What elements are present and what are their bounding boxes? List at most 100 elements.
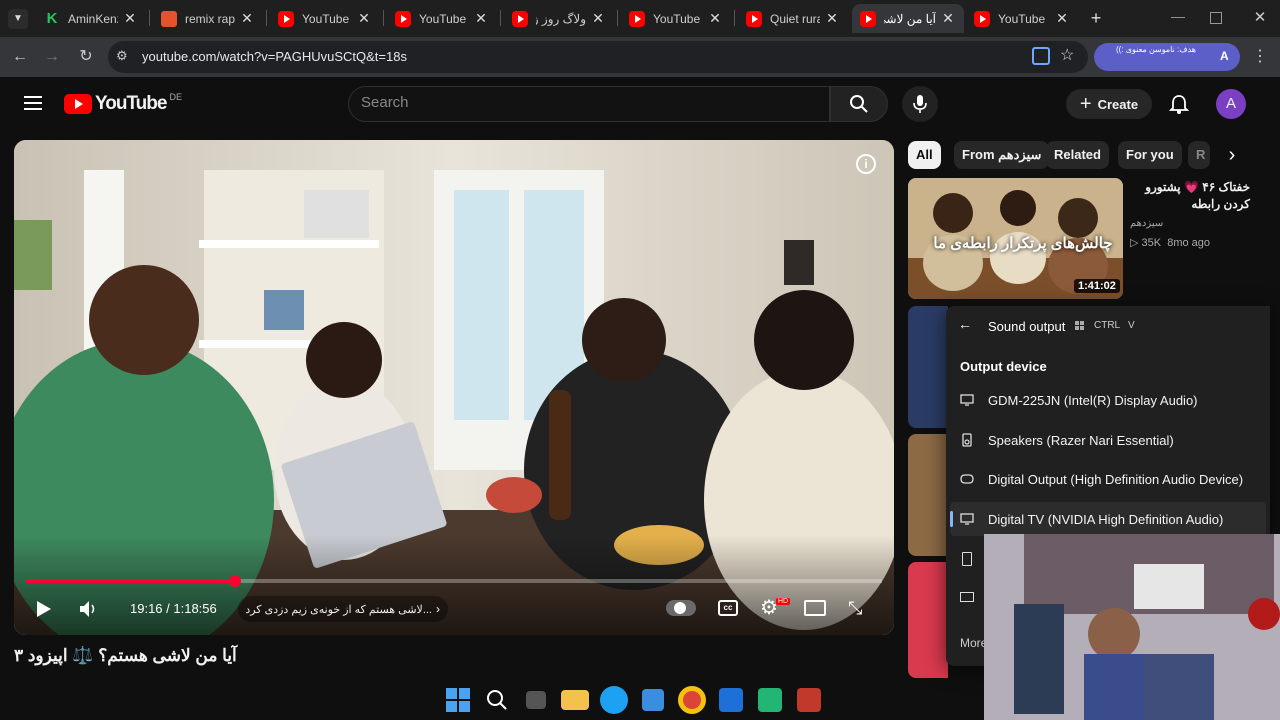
browser-tab[interactable]: K AminKenzi ✕ <box>36 4 146 33</box>
voice-search-button[interactable] <box>902 86 938 122</box>
subtitles-cc-button[interactable]: cc <box>718 600 738 616</box>
new-tab-button[interactable]: + <box>1086 8 1106 28</box>
chips-next-arrow-icon[interactable]: › <box>1220 143 1244 167</box>
recommended-thumbnail[interactable] <box>908 434 948 556</box>
close-tab-icon[interactable]: ✕ <box>707 10 723 27</box>
browser-tab[interactable]: YouTube ✕ <box>270 4 380 33</box>
create-button[interactable]: + Create <box>1066 89 1152 119</box>
shortcut-key-v: V <box>1128 320 1135 331</box>
recommended-thumbnail[interactable] <box>908 306 948 428</box>
close-tab-icon[interactable]: ✕ <box>940 10 956 27</box>
app-icon[interactable] <box>797 688 821 712</box>
device-label: Speakers (Razer Nari Essential) <box>988 432 1174 448</box>
tab-title: YouTube <box>653 11 701 26</box>
close-tab-icon[interactable]: ✕ <box>473 10 489 27</box>
k-icon: K <box>46 9 58 27</box>
autoplay-toggle[interactable] <box>666 600 696 616</box>
back-button[interactable]: ← <box>8 45 32 69</box>
address-bar[interactable]: ⚙ youtube.com/watch?v=PAGHUvuSCtQ&t=18s … <box>108 41 1088 73</box>
forward-button[interactable]: → <box>40 45 64 69</box>
search-icon[interactable] <box>483 686 511 714</box>
close-tab-icon[interactable]: ✕ <box>239 10 255 27</box>
edge-icon[interactable] <box>600 686 628 714</box>
search-input[interactable] <box>361 94 801 111</box>
task-view-icon[interactable] <box>526 691 546 709</box>
browser-menu-icon[interactable]: ⋮ <box>1248 45 1272 69</box>
profile-button[interactable]: هدف: ناموسن معنوی :)) A <box>1094 43 1240 71</box>
youtube-header: YouTube DE + Create A <box>0 77 1280 131</box>
close-tab-icon[interactable]: ✕ <box>1054 10 1070 27</box>
play-button[interactable] <box>36 600 52 618</box>
recommended-thumbnail[interactable] <box>908 562 948 678</box>
chip-related[interactable]: Related <box>1046 141 1109 169</box>
close-window-button[interactable]: ✕ <box>1250 8 1270 28</box>
youtube-icon <box>512 10 528 27</box>
youtube-logo[interactable]: YouTube DE <box>64 92 182 115</box>
browser-tab[interactable]: Quiet rural ✕ <box>738 4 848 33</box>
volume-button[interactable] <box>78 599 100 619</box>
theater-mode-icon[interactable] <box>804 600 826 616</box>
close-tab-icon[interactable]: ✕ <box>122 10 138 27</box>
store-icon[interactable] <box>642 689 664 711</box>
output-device-item[interactable]: GDM-225JN (Intel(R) Display Audio) <box>950 383 1266 417</box>
recommended-channel[interactable]: سیزدهم <box>1130 218 1163 229</box>
create-label: Create <box>1097 96 1139 112</box>
device-label: Digital Output (High Definition Audio De… <box>988 471 1244 487</box>
search-button[interactable] <box>830 86 888 122</box>
webcam-overlay <box>984 534 1280 720</box>
notifications-bell-icon[interactable] <box>1168 93 1190 115</box>
maximize-button[interactable] <box>1210 12 1222 24</box>
browser-tab[interactable]: YouTube ✕ <box>387 4 497 33</box>
bookmark-star-icon[interactable]: ☆ <box>1060 45 1074 65</box>
youtube-icon <box>746 10 762 27</box>
youtube-icon <box>974 10 990 27</box>
recommended-title-line2: کردن رابطه <box>1191 197 1250 211</box>
minimize-button[interactable]: — <box>1168 8 1188 28</box>
output-device-item[interactable]: Speakers (Razer Nari Essential) <box>950 423 1266 457</box>
app-icon[interactable] <box>719 688 743 712</box>
fullscreen-icon[interactable]: ⤡ <box>848 599 866 617</box>
tab-title: Quiet rural <box>770 11 820 26</box>
hamburger-menu-icon[interactable] <box>24 96 42 110</box>
file-explorer-icon[interactable] <box>561 690 589 710</box>
install-app-icon[interactable] <box>1032 47 1050 65</box>
chip-for-you[interactable]: For you <box>1118 141 1182 169</box>
tab-title: AminKenzi <box>68 11 118 26</box>
windows-start-icon[interactable] <box>444 686 472 714</box>
recommended-title[interactable]: خفتاک ۴۶ 💗 پشتورو کردن رابطه <box>1130 180 1250 211</box>
output-device-item[interactable]: Digital Output (High Definition Audio De… <box>950 462 1266 496</box>
close-tab-icon[interactable]: ✕ <box>590 10 606 27</box>
output-device-item-selected[interactable]: Digital TV (NVIDIA High Definition Audio… <box>950 502 1266 536</box>
tab-search-button[interactable]: ▼ <box>8 9 28 29</box>
chrome-icon[interactable] <box>678 686 706 714</box>
progress-bar[interactable] <box>26 575 882 587</box>
tab-title: آیا من لاشی <box>884 11 936 26</box>
progress-scrubber[interactable] <box>228 575 241 587</box>
hd-badge: HD <box>776 598 791 605</box>
recommended-thumbnail[interactable]: چالش‌های پرتکرار رابطه‌ی ما 1:41:02 <box>908 178 1123 299</box>
windows-key-icon <box>1075 321 1084 330</box>
monitor-icon <box>960 592 974 602</box>
site-info-icon[interactable]: ⚙ <box>116 48 134 66</box>
youtube-icon <box>395 10 411 27</box>
browser-tab[interactable]: remix rap ✕ <box>153 4 263 33</box>
avatar[interactable]: A <box>1216 89 1246 119</box>
info-icon[interactable]: i <box>856 154 876 174</box>
browser-tab-active[interactable]: آیا من لاشی ✕ <box>852 4 964 33</box>
close-tab-icon[interactable]: ✕ <box>356 10 372 27</box>
url-text: youtube.com/watch?v=PAGHUvuSCtQ&t=18s <box>142 49 407 64</box>
reload-button[interactable]: ↻ <box>74 45 98 69</box>
browser-tab[interactable]: YouTube ✕ <box>966 4 1078 33</box>
chip-from-channel[interactable]: From سیزدهم <box>954 141 1050 169</box>
sound-output-title: Sound output <box>988 319 1066 334</box>
chip-more[interactable]: R <box>1188 141 1210 169</box>
app-icon[interactable] <box>758 688 782 712</box>
browser-tab[interactable]: YouTube ✕ <box>621 4 731 33</box>
thumbnail-overlay-text: چالش‌های پرتکرار رابطه‌ی ما <box>933 235 1113 252</box>
chapter-title[interactable]: ...لاشی هستم که از خونه‌ی زیم دزدی کرده … <box>238 596 448 622</box>
video-player[interactable]: i 19:16 / 1:18:56 ...لاشی هستم که از خون… <box>14 140 894 635</box>
close-tab-icon[interactable]: ✕ <box>824 10 840 27</box>
back-arrow-icon[interactable]: ← <box>958 316 976 334</box>
browser-tab[interactable]: ولاگ روز زا ✕ <box>504 4 614 33</box>
chip-all[interactable]: All <box>908 141 941 169</box>
